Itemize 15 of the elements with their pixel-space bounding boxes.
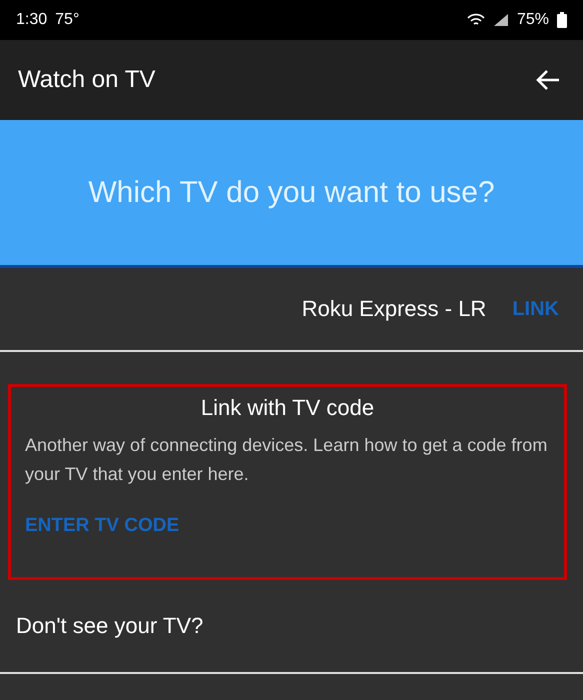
card-description: Another way of connecting devices. Learn how to get a code from your TV that you enter here. <box>25 434 548 486</box>
battery-icon <box>557 12 567 28</box>
device-name: Roku Express - LR <box>302 296 486 322</box>
screen-title: Watch on TV <box>18 66 156 94</box>
help-row[interactable]: Don't see your TV? <box>0 580 583 674</box>
signal-icon <box>492 13 509 27</box>
banner-title: Which TV do you want to use? <box>88 176 495 210</box>
status-time: 1:30 <box>16 11 48 29</box>
card-title: Link with TV code <box>200 395 376 421</box>
back-arrow-icon <box>535 69 561 91</box>
status-temperature: 75° <box>55 11 80 29</box>
help-title: Don't see your TV? <box>16 613 204 639</box>
battery-percent: 75% <box>516 11 549 29</box>
device-row[interactable]: Roku Express - LR LINK <box>0 268 583 352</box>
wifi-icon <box>466 13 485 27</box>
